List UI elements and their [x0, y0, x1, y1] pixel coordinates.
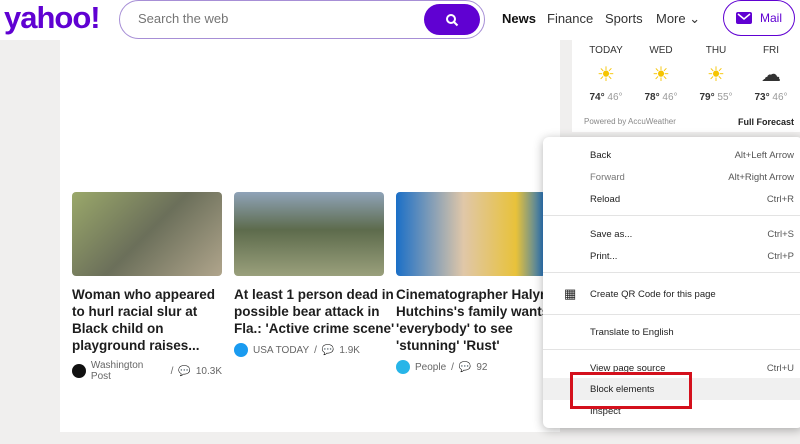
- header: yahoo! News Finance Sports More ⌄ Mail: [0, 0, 800, 40]
- full-forecast-link[interactable]: Full Forecast: [738, 117, 794, 127]
- weather-day: TODAY ☀ 74° 46°: [589, 45, 623, 103]
- menu-qr-code[interactable]: ▦ Create QR Code for this page: [543, 283, 800, 305]
- news-image[interactable]: [234, 192, 384, 276]
- mail-icon: [735, 12, 752, 24]
- partly-sunny-icon: ☀: [597, 64, 615, 86]
- menu-separator: [543, 314, 800, 315]
- comment-count: 92: [476, 361, 488, 373]
- news-card[interactable]: Woman who appeared to hurl racial slur at…: [72, 192, 222, 382]
- news-title[interactable]: Cinematographer Halyna Hutchins's family …: [396, 286, 556, 354]
- news-image[interactable]: [72, 192, 222, 276]
- qr-code-icon: ▦: [564, 286, 577, 301]
- source-name: Washington Post: [90, 360, 144, 382]
- menu-translate[interactable]: Translate to English: [543, 321, 800, 343]
- search-button[interactable]: [424, 4, 480, 35]
- mail-label: Mail: [759, 11, 782, 25]
- search-icon: [446, 13, 459, 26]
- comment-count: 1.9K: [339, 344, 360, 356]
- search-input[interactable]: [138, 11, 418, 26]
- search-box: [119, 0, 485, 39]
- source-logo-icon: [396, 360, 410, 374]
- source-name: People: [415, 361, 447, 373]
- menu-print[interactable]: Print... Ctrl+P: [543, 245, 800, 267]
- menu-back[interactable]: Back Alt+Left Arrow: [543, 144, 800, 166]
- news-card[interactable]: At least 1 person dead in possible bear a…: [234, 192, 394, 357]
- nav-more[interactable]: More ⌄: [656, 11, 700, 27]
- news-card[interactable]: Cinematographer Halyna Hutchins's family …: [396, 192, 556, 374]
- menu-separator: [543, 272, 800, 273]
- menu-reload[interactable]: Reload Ctrl+R: [543, 188, 800, 210]
- yahoo-logo[interactable]: yahoo!: [4, 0, 101, 36]
- menu-separator: [543, 349, 800, 350]
- nav-finance[interactable]: Finance: [547, 11, 593, 26]
- comment-count: 10.3K: [195, 365, 222, 377]
- partly-sunny-icon: ☀: [652, 64, 670, 86]
- source-logo-icon: [72, 364, 86, 378]
- nav-more-label: More: [656, 11, 686, 26]
- nav-news[interactable]: News: [502, 11, 536, 26]
- comment-icon: 💬: [458, 361, 472, 373]
- cloudy-icon: ☁: [761, 64, 781, 86]
- menu-save-as[interactable]: Save as... Ctrl+S: [543, 223, 800, 245]
- partly-sunny-icon: ☀: [707, 64, 725, 86]
- menu-forward[interactable]: Forward Alt+Right Arrow: [543, 166, 800, 188]
- news-meta: People / 💬 92: [396, 360, 546, 374]
- menu-separator: [543, 215, 800, 216]
- weather-day: WED ☀ 78° 46°: [644, 45, 678, 103]
- powered-by: Powered by AccuWeather: [584, 117, 676, 126]
- news-title[interactable]: At least 1 person dead in possible bear a…: [234, 286, 394, 337]
- highlight-box: [570, 372, 692, 409]
- mail-button[interactable]: Mail: [723, 0, 795, 36]
- weather-widget: TODAY ☀ 74° 46° WED ☀ 78° 46° THU ☀ 79° 55° FR…: [572, 40, 800, 132]
- source-logo-icon: [234, 343, 248, 357]
- source-name: USA TODAY: [253, 344, 310, 356]
- comment-icon: 💬: [178, 365, 191, 377]
- weather-day: FRI ☁ 73° 46°: [754, 45, 788, 103]
- nav-sports[interactable]: Sports: [605, 11, 643, 26]
- news-meta: Washington Post / 💬 10.3K: [72, 360, 222, 382]
- news-image[interactable]: [396, 192, 546, 276]
- news-meta: USA TODAY / 💬 1.9K: [234, 343, 384, 357]
- news-title[interactable]: Woman who appeared to hurl racial slur at…: [72, 286, 222, 354]
- comment-icon: 💬: [321, 344, 335, 356]
- chevron-down-icon: ⌄: [689, 11, 701, 26]
- weather-day: THU ☀ 79° 55°: [699, 45, 733, 103]
